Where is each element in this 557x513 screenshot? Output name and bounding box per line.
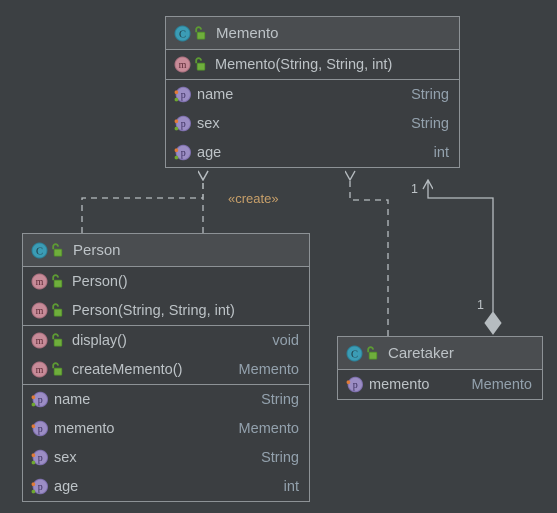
- svg-text:p: p: [38, 482, 43, 493]
- method-icon: m: [174, 56, 191, 73]
- property-icon: p: [174, 86, 191, 103]
- uml-class-memento[interactable]: C Memento m Memento(String, String, int) p na…: [165, 16, 460, 168]
- unlocked-padlock-icon: [194, 57, 207, 72]
- svg-text:p: p: [181, 90, 186, 101]
- class-name-label: Person: [73, 241, 121, 259]
- svg-text:C: C: [36, 246, 43, 257]
- class-member-row[interactable]: p sex String: [166, 109, 459, 138]
- class-member-row[interactable]: p sex String: [23, 443, 309, 472]
- member-type-label: String: [261, 391, 299, 408]
- member-name-label: age: [197, 144, 222, 161]
- member-name-label: Person(): [72, 273, 128, 290]
- svg-text:p: p: [181, 148, 186, 159]
- class-section: p memento Memento: [338, 370, 542, 399]
- aggregation-diamond: [484, 311, 502, 335]
- class-member-row[interactable]: m Person(): [23, 267, 309, 296]
- class-section: p name String p memento Memento p sex String p age…: [23, 384, 309, 501]
- property-icon: p: [31, 449, 48, 466]
- member-name-label: memento: [54, 420, 115, 437]
- member-type-label: String: [411, 86, 449, 103]
- svg-text:p: p: [38, 395, 43, 406]
- member-name-label: name: [197, 86, 234, 103]
- member-type-label: int: [283, 478, 299, 495]
- class-header-caretaker[interactable]: C Caretaker: [338, 337, 542, 370]
- unlocked-padlock-icon: [51, 242, 64, 258]
- property-icon: p: [174, 144, 191, 161]
- method-icon: m: [31, 302, 48, 319]
- svg-text:p: p: [38, 453, 43, 464]
- multiplicity-label-caretaker-end: 1: [477, 298, 484, 312]
- property-icon-readonly: p: [346, 376, 363, 393]
- unlocked-padlock-icon: [194, 25, 207, 41]
- method-icon: m: [31, 332, 48, 349]
- multiplicity-label-memento-end: 1: [411, 182, 418, 196]
- svg-text:p: p: [181, 119, 186, 130]
- member-type-label: Memento: [471, 376, 532, 393]
- member-type-label: Memento: [238, 361, 299, 378]
- member-name-label: sex: [54, 449, 77, 466]
- class-section: m Memento(String, String, int): [166, 50, 459, 79]
- class-name-label: Memento: [216, 24, 279, 42]
- member-name-label: createMemento(): [72, 361, 183, 378]
- class-header-memento[interactable]: C Memento: [166, 17, 459, 50]
- uml-class-person[interactable]: C Person m Person() m Person(String, String, …: [22, 233, 310, 502]
- unlocked-padlock-icon: [51, 333, 64, 348]
- class-section: p name String p sex String p age int: [166, 79, 459, 167]
- member-name-label: age: [54, 478, 79, 495]
- class-member-row[interactable]: p memento Memento: [338, 370, 542, 399]
- edge-caretaker-dependency-memento: [350, 180, 389, 336]
- member-name-label: display(): [72, 332, 127, 349]
- member-name-label: Person(String, String, int): [72, 302, 235, 319]
- member-type-label: Memento: [238, 420, 299, 437]
- class-member-row[interactable]: p age int: [166, 138, 459, 167]
- svg-text:m: m: [179, 60, 187, 71]
- unlocked-padlock-icon: [51, 274, 64, 289]
- svg-text:p: p: [353, 380, 358, 391]
- member-name-label: name: [54, 391, 91, 408]
- member-name-label: Memento(String, String, int): [215, 56, 393, 73]
- member-name-label: memento: [369, 376, 430, 393]
- member-type-label: int: [433, 144, 449, 161]
- svg-text:C: C: [351, 349, 358, 360]
- class-icon: C: [346, 345, 363, 362]
- class-name-label: Caretaker: [388, 344, 454, 362]
- member-name-label: sex: [197, 115, 220, 132]
- property-icon: p: [31, 391, 48, 408]
- class-icon: C: [174, 25, 191, 42]
- create-stereotype-label: «create»: [228, 191, 279, 206]
- class-member-row[interactable]: m Memento(String, String, int): [166, 50, 459, 79]
- class-member-row[interactable]: p name String: [166, 80, 459, 109]
- svg-text:m: m: [36, 365, 44, 376]
- member-type-label: String: [411, 115, 449, 132]
- class-member-row[interactable]: m createMemento() Memento: [23, 355, 309, 384]
- class-member-row[interactable]: m display() void: [23, 326, 309, 355]
- unlocked-padlock-icon: [51, 362, 64, 377]
- uml-diagram-canvas: «create» 1 1 C Memento m Memento(String, St…: [0, 0, 557, 513]
- class-icon: C: [31, 242, 48, 259]
- method-icon: m: [31, 273, 48, 290]
- class-member-row[interactable]: p memento Memento: [23, 414, 309, 443]
- uml-class-caretaker[interactable]: C Caretaker p memento Memento: [337, 336, 543, 400]
- class-section: m Person() m Person(String, String, int): [23, 267, 309, 325]
- edge-person-dependency-memento: [81, 180, 203, 233]
- member-type-label: String: [261, 449, 299, 466]
- class-member-row[interactable]: m Person(String, String, int): [23, 296, 309, 325]
- unlocked-padlock-icon: [366, 345, 379, 361]
- edge-caretaker-aggregation-memento: [428, 180, 502, 335]
- svg-text:m: m: [36, 306, 44, 317]
- property-icon: p: [31, 478, 48, 495]
- class-member-row[interactable]: p age int: [23, 472, 309, 501]
- property-icon: p: [174, 115, 191, 132]
- method-icon: m: [31, 361, 48, 378]
- svg-text:p: p: [38, 424, 43, 435]
- class-section: m display() void m createMemento() Memento: [23, 325, 309, 384]
- class-member-row[interactable]: p name String: [23, 385, 309, 414]
- svg-text:C: C: [179, 29, 186, 40]
- svg-text:m: m: [36, 336, 44, 347]
- svg-text:m: m: [36, 277, 44, 288]
- class-header-person[interactable]: C Person: [23, 234, 309, 267]
- member-type-label: void: [272, 332, 299, 349]
- property-icon-readonly: p: [31, 420, 48, 437]
- unlocked-padlock-icon: [51, 303, 64, 318]
